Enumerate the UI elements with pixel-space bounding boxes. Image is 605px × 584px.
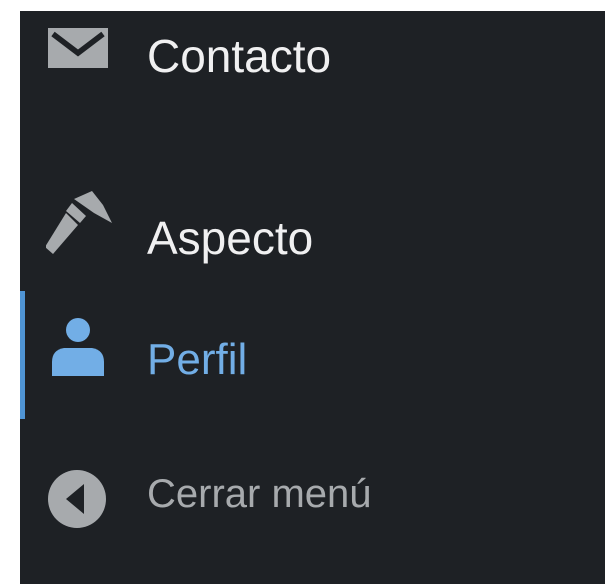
paintbrush-icon: [46, 191, 112, 254]
menu-item-aspecto[interactable]: Aspecto: [20, 181, 605, 281]
menu-item-contacto[interactable]: Contacto: [20, 11, 605, 111]
collapse-menu-button[interactable]: Cerrar menú: [20, 431, 605, 531]
user-icon: [52, 318, 104, 376]
menu-item-label: Aspecto: [147, 212, 314, 264]
collapse-arrow-icon: [48, 470, 106, 528]
envelope-icon: [48, 28, 108, 68]
menu-item-label: Contacto: [147, 30, 332, 82]
menu-item-label: Cerrar menú: [147, 472, 372, 516]
menu-item-perfil[interactable]: Perfil: [20, 291, 605, 419]
admin-sidebar-menu: Contacto Aspecto Perfil Cerrar menú: [20, 11, 605, 584]
active-indicator: [20, 291, 25, 419]
menu-item-label: Perfil: [147, 335, 248, 384]
